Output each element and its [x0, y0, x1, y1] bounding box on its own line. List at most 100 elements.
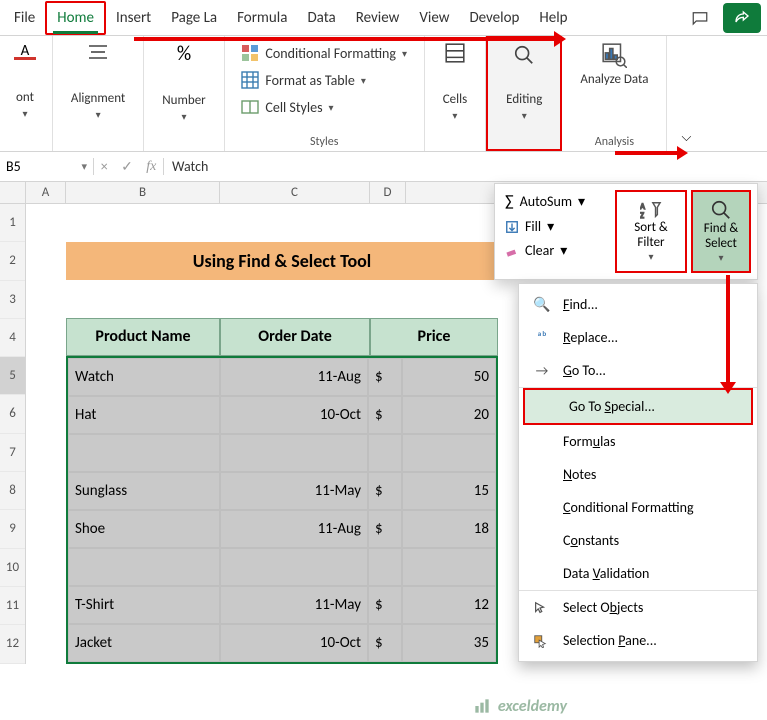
name-box[interactable]: B5 ▾: [0, 158, 94, 175]
menu-formulas[interactable]: Formulas: [519, 425, 757, 458]
tab-data[interactable]: Data: [297, 3, 345, 33]
table-row: Sunglass 11-May $ 15: [68, 472, 496, 510]
alignment-dropdown[interactable]: Alignment ▾: [63, 87, 133, 125]
cell-product[interactable]: T-Shirt: [68, 586, 220, 624]
cell-cur[interactable]: [368, 548, 402, 586]
formula-bar-input[interactable]: Watch: [164, 158, 216, 175]
cell-product[interactable]: Sunglass: [68, 472, 220, 510]
row-header[interactable]: 8: [0, 472, 25, 510]
cell-cur[interactable]: $: [368, 624, 402, 662]
row-header[interactable]: 1: [0, 204, 25, 242]
cell-price[interactable]: 12: [402, 586, 496, 624]
cell-product[interactable]: [68, 434, 220, 472]
menu-find[interactable]: 🔍 Find...: [519, 288, 757, 321]
menu-goto[interactable]: → Go To...: [519, 354, 757, 388]
tab-file[interactable]: File: [4, 3, 45, 33]
enter-icon[interactable]: ✓: [121, 158, 133, 175]
col-header-d[interactable]: D: [370, 182, 406, 203]
menu-selection-pane[interactable]: Selection Pane...: [519, 624, 757, 657]
cancel-icon[interactable]: ×: [101, 158, 108, 175]
cell-price[interactable]: [402, 548, 496, 586]
row-header[interactable]: 3: [0, 281, 25, 319]
tab-view[interactable]: View: [409, 3, 459, 33]
format-as-table-button[interactable]: Format as Table▾: [237, 69, 369, 91]
cell-product[interactable]: Jacket: [68, 624, 220, 662]
editing-dropdown[interactable]: Editing ▾: [498, 88, 550, 126]
fx-icon[interactable]: fx: [146, 159, 156, 175]
row-header[interactable]: 4: [0, 319, 25, 357]
cell-product[interactable]: Watch: [68, 358, 220, 396]
cell-date[interactable]: [220, 434, 368, 472]
row-header[interactable]: 7: [0, 434, 25, 472]
tab-review[interactable]: Review: [346, 3, 410, 33]
row-header[interactable]: 9: [0, 510, 25, 548]
menu-select-objects[interactable]: Select Objects: [519, 591, 757, 624]
tab-insert[interactable]: Insert: [106, 3, 161, 33]
menu-cond-fmt[interactable]: Conditional Formatting: [519, 491, 757, 524]
cell-date[interactable]: 11-May: [220, 586, 368, 624]
font-color-icon[interactable]: A: [14, 42, 36, 60]
find-select-button[interactable]: Find & Select▾: [691, 190, 751, 273]
cell-price[interactable]: 15: [402, 472, 496, 510]
tab-formulas[interactable]: Formula: [227, 3, 297, 33]
cells-group: Cells ▾: [425, 36, 486, 151]
cell-product[interactable]: Hat: [68, 396, 220, 434]
cell-date[interactable]: [220, 548, 368, 586]
cell-product[interactable]: Shoe: [68, 510, 220, 548]
cell-cur[interactable]: $: [368, 396, 402, 434]
cell-price[interactable]: 50: [402, 358, 496, 396]
share-button[interactable]: [723, 3, 761, 33]
cell-cur[interactable]: $: [368, 510, 402, 548]
cell-date[interactable]: 10-Oct: [220, 396, 368, 434]
number-dropdown[interactable]: Number ▾: [154, 89, 213, 127]
row-header[interactable]: 2: [0, 242, 25, 280]
col-header-a[interactable]: A: [26, 182, 66, 203]
col-header-b[interactable]: B: [66, 182, 220, 203]
row-header[interactable]: 6: [0, 395, 25, 433]
cell-cur[interactable]: $: [368, 586, 402, 624]
tab-developer[interactable]: Develop: [459, 3, 529, 33]
autosum-button[interactable]: ∑ AutoSum▾: [501, 190, 611, 213]
cell-date[interactable]: 11-May: [220, 472, 368, 510]
menu-notes[interactable]: Notes: [519, 458, 757, 491]
cell-cur[interactable]: [368, 434, 402, 472]
cell-price[interactable]: [402, 434, 496, 472]
editing-group[interactable]: Editing ▾: [486, 36, 562, 151]
row-header[interactable]: 12: [0, 625, 25, 663]
clear-button[interactable]: Clear▾: [501, 240, 611, 261]
cell-date[interactable]: 11-Aug: [220, 358, 368, 396]
comments-icon[interactable]: [681, 3, 719, 33]
tab-page-layout[interactable]: Page La: [161, 3, 227, 33]
menu-data-validation[interactable]: Data Validation: [519, 557, 757, 591]
row-header[interactable]: 5: [0, 357, 25, 395]
menu-goto-special[interactable]: Go To Special...: [523, 388, 753, 425]
col-header-c[interactable]: C: [220, 182, 370, 203]
cell-product[interactable]: [68, 548, 220, 586]
cell-date[interactable]: 11-Aug: [220, 510, 368, 548]
font-dropdown[interactable]: ont ▾: [8, 86, 42, 124]
cell-styles-button[interactable]: Cell Styles▾: [237, 96, 337, 118]
tab-help[interactable]: Help: [529, 3, 577, 33]
fill-button[interactable]: Fill▾: [501, 216, 611, 237]
replace-icon: ᵃᵇ: [533, 329, 551, 346]
row-header[interactable]: 10: [0, 549, 25, 587]
cell-price[interactable]: 35: [402, 624, 496, 662]
menu-replace[interactable]: ᵃᵇ Replace...: [519, 321, 757, 354]
select-all-corner[interactable]: [0, 182, 26, 203]
cell-cur[interactable]: $: [368, 358, 402, 396]
analyze-group: Analyze Data Analysis: [562, 36, 667, 151]
cond-fmt-icon: [241, 44, 259, 62]
cells-dropdown[interactable]: Cells ▾: [435, 88, 475, 126]
tab-home[interactable]: Home: [45, 1, 106, 35]
row-header[interactable]: 11: [0, 587, 25, 625]
menu-constants[interactable]: Constants: [519, 524, 757, 557]
sigma-icon: ∑: [505, 192, 514, 211]
cell-date[interactable]: 10-Oct: [220, 624, 368, 662]
sort-filter-button[interactable]: AZ Sort & Filter▾: [621, 196, 681, 267]
analyze-data-button[interactable]: Analyze Data: [572, 68, 656, 91]
cell-price[interactable]: 18: [402, 510, 496, 548]
ribbon-collapse-button[interactable]: ⌵: [667, 36, 705, 151]
cell-price[interactable]: 20: [402, 396, 496, 434]
conditional-formatting-button[interactable]: Conditional Formatting▾: [237, 42, 411, 64]
cell-cur[interactable]: $: [368, 472, 402, 510]
